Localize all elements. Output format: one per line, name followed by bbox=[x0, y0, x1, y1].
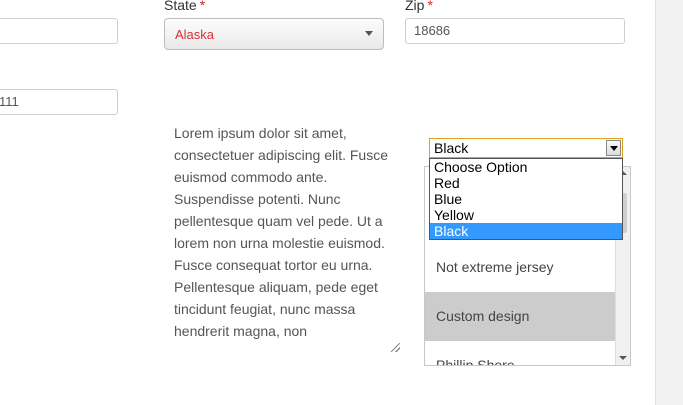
option-red[interactable]: Red bbox=[430, 175, 622, 191]
state-label: State * bbox=[164, 0, 205, 13]
zip-input[interactable]: 18686 bbox=[405, 18, 625, 44]
zip-label-text: Zip bbox=[405, 0, 425, 13]
left-phone-field[interactable]: 111 bbox=[0, 89, 118, 115]
scroll-down-icon[interactable] bbox=[619, 356, 627, 360]
state-label-text: State bbox=[164, 0, 197, 13]
option-yellow[interactable]: Yellow bbox=[430, 207, 622, 223]
notes-text: Lorem ipsum dolor sit amet, consectetuer… bbox=[174, 125, 388, 339]
option-choose[interactable]: Choose Option bbox=[430, 159, 622, 175]
color-select[interactable]: Black bbox=[429, 138, 623, 158]
list-item[interactable]: Phillip Shore bbox=[425, 341, 617, 366]
notes-textarea[interactable]: Lorem ipsum dolor sit amet, consectetuer… bbox=[166, 116, 402, 354]
list-item-highlighted[interactable]: Custom design bbox=[425, 292, 617, 341]
list-item-label: Phillip Shore bbox=[436, 357, 515, 366]
color-options-dropdown[interactable]: Choose Option Red Blue Yellow Black bbox=[429, 158, 623, 240]
list-item[interactable]: Not extreme jersey bbox=[425, 243, 617, 292]
color-selected-value: Black bbox=[434, 140, 469, 156]
zip-label: Zip * bbox=[405, 0, 433, 13]
dropdown-button[interactable] bbox=[606, 140, 621, 156]
option-blue[interactable]: Blue bbox=[430, 191, 622, 207]
zip-required-mark: * bbox=[427, 0, 433, 13]
state-select[interactable]: Alaska bbox=[164, 18, 384, 50]
chevron-down-icon bbox=[610, 146, 618, 151]
page-right-gutter bbox=[655, 0, 683, 405]
left-text-field[interactable] bbox=[0, 18, 118, 44]
list-item-label: Not extreme jersey bbox=[436, 259, 554, 275]
state-required-mark: * bbox=[199, 0, 206, 13]
chevron-down-icon bbox=[365, 31, 373, 36]
resize-grip-icon[interactable] bbox=[391, 343, 400, 352]
option-black-selected[interactable]: Black bbox=[430, 223, 622, 239]
state-selected-value: Alaska bbox=[175, 27, 215, 42]
list-item-label: Custom design bbox=[436, 308, 530, 324]
